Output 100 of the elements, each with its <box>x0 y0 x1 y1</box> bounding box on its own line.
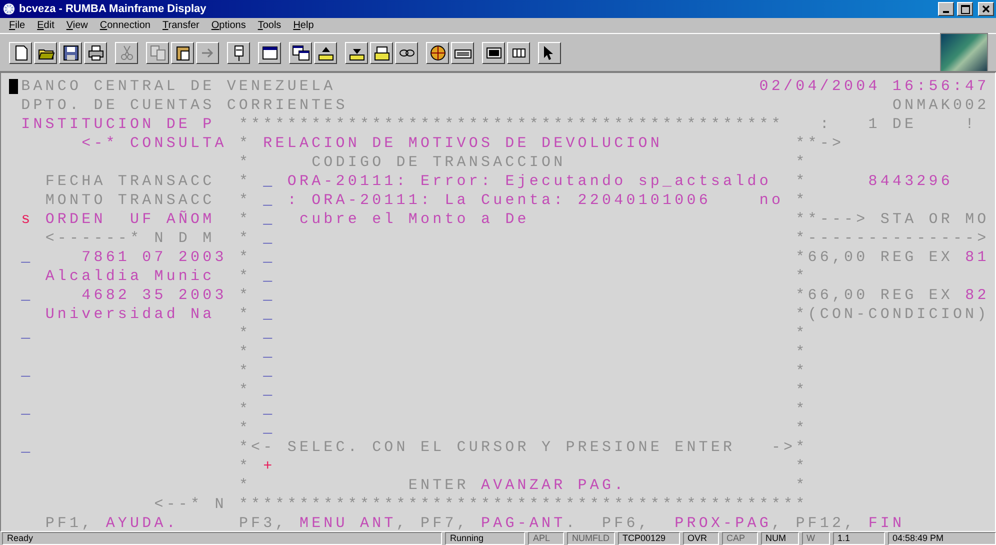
screen-text: * <box>238 382 252 399</box>
globe-icon <box>428 44 446 62</box>
screen-text: AYUDA. <box>106 515 178 531</box>
maximize-button[interactable] <box>957 2 973 16</box>
screen-text: *--------------> <box>796 230 990 247</box>
input-field[interactable]: _ <box>21 363 34 380</box>
toolbar-button[interactable] <box>395 42 418 64</box>
toolbar-button[interactable] <box>9 42 32 64</box>
toolbar-button[interactable] <box>451 42 474 64</box>
menu-item[interactable]: Tools <box>252 20 286 31</box>
screen-text: <-* CONSULTA <box>82 135 227 152</box>
status-panel: Running <box>445 532 525 545</box>
input-field[interactable]: _ <box>263 401 276 418</box>
menu-item[interactable]: Connection <box>94 20 156 31</box>
tray-icon <box>372 44 390 62</box>
status-panel: APL <box>528 532 564 545</box>
screen-text: DPTO. DE CUENTAS CORRIENTES <box>21 97 348 114</box>
status-panel: 1.1 <box>832 532 884 545</box>
screen-text: * <box>238 287 252 304</box>
screen-text: * <box>238 192 252 209</box>
toolbar-button[interactable] <box>84 42 107 64</box>
screen-text: * <box>796 363 808 380</box>
input-field[interactable]: _ <box>263 325 276 342</box>
status-panel: NUM <box>760 532 798 545</box>
screen-text: AVANZAR PAG. <box>481 477 626 494</box>
input-field[interactable]: _ <box>263 382 276 399</box>
status-panel: TCP00129 <box>618 532 680 545</box>
input-field[interactable]: _ <box>263 249 276 266</box>
input-field[interactable]: _ <box>21 249 34 266</box>
menu-item[interactable]: View <box>61 20 93 31</box>
input-field[interactable]: _ <box>21 325 34 342</box>
screen-text: 81 <box>965 249 990 266</box>
menu-item[interactable]: File <box>4 20 30 31</box>
screen-text: ENTER <box>408 477 469 494</box>
input-field[interactable]: _ <box>263 420 276 437</box>
input-field[interactable]: _ <box>263 230 276 247</box>
screen-text: * <box>238 420 252 437</box>
screen-text: ORDEN UF AÑOM <box>45 211 215 228</box>
input-field[interactable]: _ <box>263 363 276 380</box>
toolbar-button[interactable] <box>59 42 82 64</box>
screen-text: * <box>796 192 808 209</box>
screen-text: PAG-ANT <box>481 515 566 531</box>
toolbar-button[interactable] <box>171 42 194 64</box>
screen-text: s <box>21 211 34 228</box>
toolbar-button[interactable] <box>34 42 57 64</box>
screen-text: ->* <box>771 439 808 456</box>
screen-text: * <box>796 458 808 475</box>
status-panel: Ready <box>2 532 442 545</box>
toolbar-button[interactable] <box>370 42 393 64</box>
menu-item[interactable]: Options <box>206 20 251 31</box>
screen-text: PF7, <box>420 515 469 531</box>
toolbar-button[interactable] <box>227 42 250 64</box>
screen-text: INSTITUCION DE P <box>21 116 215 133</box>
input-field[interactable]: _ <box>263 211 276 228</box>
toolbar-button[interactable] <box>507 42 530 64</box>
menu-item[interactable]: Edit <box>32 20 60 31</box>
input-field[interactable]: _ <box>263 192 276 209</box>
screen-text: *********************************************** <box>238 496 808 513</box>
screen-text: : 1 DE ! <box>820 116 978 133</box>
windows-icon <box>292 44 310 62</box>
toolbar-button[interactable] <box>314 42 337 64</box>
toolbar-button[interactable] <box>426 42 449 64</box>
screen-text: * <box>238 458 252 475</box>
input-field[interactable]: _ <box>263 173 276 190</box>
screen-text: 82 <box>965 287 990 304</box>
screen-text: 02/04/2004 16:56:47 <box>759 78 990 95</box>
menu-item[interactable]: Transfer <box>157 20 204 31</box>
toolbar-button[interactable] <box>345 42 368 64</box>
status-panel: NUMFLD <box>567 532 614 545</box>
screen-text: PF6, <box>602 515 650 531</box>
screen-text: ORA-20111: Error: Ejecutando sp_actsaldo <box>287 173 772 190</box>
toolbar-button[interactable] <box>538 42 561 64</box>
toolbar-button[interactable] <box>482 42 505 64</box>
screen-text: * <box>238 154 252 171</box>
screen-text: 7861 07 2003 <box>82 249 227 266</box>
screen-text: * <box>796 268 808 285</box>
screen-text: : ORA-20111: La Cuenta: 22040101006 <box>287 192 711 209</box>
screen-text: 4682 35 2003 <box>82 287 227 304</box>
screen-text: PF12, <box>796 515 856 531</box>
input-field[interactable]: _ <box>263 344 276 361</box>
screen-text: * <box>238 211 252 228</box>
input-field[interactable]: _ <box>263 268 276 285</box>
input-field[interactable]: _ <box>263 287 276 304</box>
screen-text: *<- SELEC. CON EL CURSOR Y PRESIONE ENTER <box>238 439 736 456</box>
screen-text: <--* N <box>154 496 227 513</box>
input-field[interactable]: _ <box>21 287 34 304</box>
window-title: bcveza - RUMBA Mainframe Display <box>19 3 208 15</box>
input-field[interactable]: _ <box>21 439 34 456</box>
input-field[interactable]: _ <box>21 401 34 418</box>
screen-text: * <box>238 344 252 361</box>
screen-text: * <box>238 268 252 285</box>
screen-text: * <box>238 306 252 323</box>
toolbar-button[interactable] <box>289 42 312 64</box>
close-button[interactable] <box>978 2 994 16</box>
input-field[interactable]: _ <box>263 306 276 323</box>
minimize-button[interactable] <box>938 2 954 16</box>
toolbar-button[interactable] <box>258 42 281 64</box>
menu-item[interactable]: Help <box>288 20 319 31</box>
screen-text: MONTO TRANSACC <box>45 192 215 209</box>
screen-text: ONMAK002 <box>892 97 990 114</box>
